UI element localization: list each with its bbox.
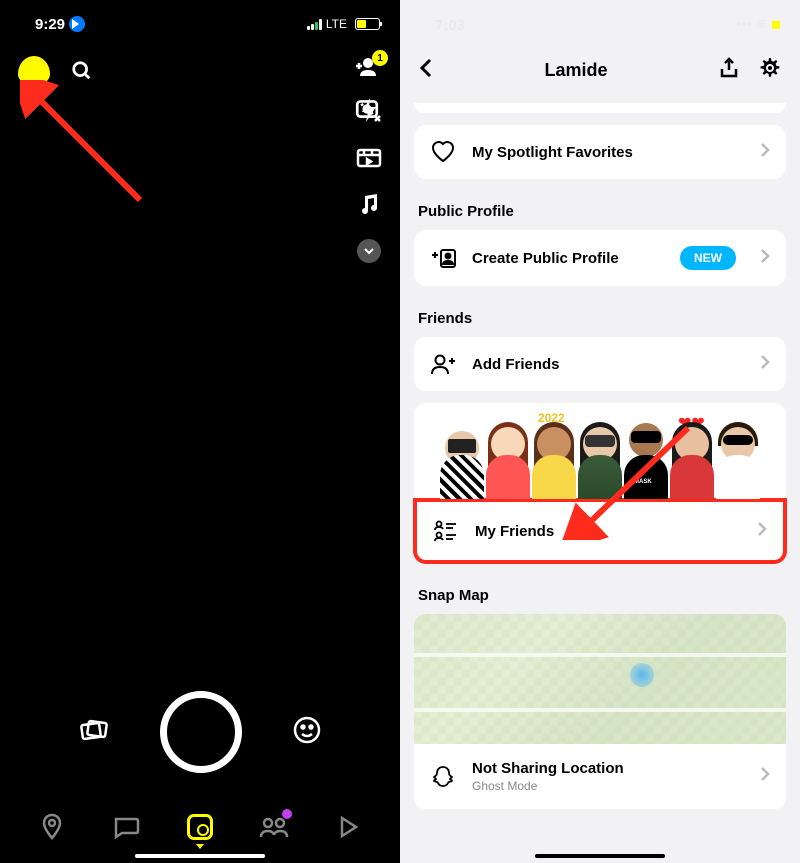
time-label: 9:29 <box>35 16 65 33</box>
stories-tab[interactable] <box>258 811 290 843</box>
camera-side-toolbar <box>356 96 382 263</box>
top-left-controls <box>18 56 96 86</box>
spotlight-tab[interactable] <box>332 811 364 843</box>
add-friends-row[interactable]: Add Friends <box>414 337 786 391</box>
profile-avatar-button[interactable] <box>18 56 50 86</box>
signal-icon <box>307 19 322 30</box>
music-button[interactable] <box>358 192 380 221</box>
status-right: LTE <box>307 17 380 31</box>
friends-avatars-preview: 2022 MASK ❤❤ <box>414 403 786 499</box>
chevron-right-icon <box>760 142 770 163</box>
public-profile-heading: Public Profile <box>414 189 786 230</box>
snap-map-heading: Snap Map <box>414 573 786 614</box>
chat-tab[interactable] <box>110 811 142 843</box>
location-label: Not Sharing Location <box>472 760 744 777</box>
my-friends-label: My Friends <box>475 523 741 540</box>
location-sublabel: Ghost Mode <box>472 779 744 793</box>
home-indicator <box>535 854 665 858</box>
create-public-profile-row[interactable]: Create Public Profile NEW <box>414 230 786 286</box>
battery-icon <box>355 18 380 30</box>
friends-list-icon <box>433 520 459 542</box>
add-friend-button[interactable]: 1 <box>352 56 382 80</box>
add-profile-icon <box>430 247 456 269</box>
snap-map-card[interactable]: Not Sharing Location Ghost Mode <box>414 614 786 809</box>
network-label: LTE <box>326 17 347 31</box>
camera-bottom-controls <box>0 691 400 773</box>
flash-button[interactable] <box>357 96 381 129</box>
camera-top-bar: 1 <box>0 44 400 139</box>
video-button[interactable] <box>356 147 382 174</box>
time-label: 7:03 <box>435 17 465 34</box>
camera-tab[interactable] <box>184 811 216 843</box>
friends-heading: Friends <box>414 296 786 337</box>
chevron-right-icon <box>760 766 770 787</box>
shutter-button[interactable] <box>160 691 242 773</box>
map-tab[interactable] <box>36 811 68 843</box>
notification-dot <box>282 809 292 819</box>
heart-icon <box>430 141 456 163</box>
create-public-profile-label: Create Public Profile <box>472 250 664 267</box>
home-indicator <box>135 854 265 858</box>
chevron-right-icon <box>757 521 767 542</box>
chevron-right-icon <box>760 354 770 375</box>
status-bar: 9:29 LTE <box>0 0 400 44</box>
profile-screen: 7:03 ••• ≡ Lamide My Spotlight Favorites <box>400 0 800 863</box>
profile-title: Lamide <box>544 60 607 81</box>
lenses-button[interactable] <box>292 715 322 750</box>
memories-button[interactable] <box>78 716 110 749</box>
more-tools-button[interactable] <box>357 239 381 263</box>
map-preview <box>414 614 786 744</box>
share-button[interactable] <box>718 57 740 84</box>
profile-header: Lamide <box>400 44 800 99</box>
search-button[interactable] <box>68 57 96 85</box>
new-badge: NEW <box>680 246 736 270</box>
status-time: 9:29 <box>35 16 85 33</box>
spotlight-favorites-row[interactable]: My Spotlight Favorites <box>414 125 786 179</box>
notification-badge: 1 <box>372 50 388 66</box>
chevron-right-icon <box>760 248 770 269</box>
bottom-nav <box>0 811 400 843</box>
settings-button[interactable] <box>758 56 782 85</box>
ghost-icon <box>430 765 456 789</box>
location-arrow-icon <box>69 16 85 32</box>
recording-indicator-icon <box>772 21 780 29</box>
add-friends-label: Add Friends <box>472 356 744 373</box>
add-friend-icon <box>430 353 456 375</box>
spotlight-favorites-label: My Spotlight Favorites <box>472 144 744 161</box>
back-button[interactable] <box>418 58 434 83</box>
status-bar: 7:03 ••• ≡ <box>400 0 800 44</box>
my-friends-row[interactable]: My Friends <box>414 499 786 563</box>
camera-screen: 9:29 LTE 1 <box>0 0 400 863</box>
